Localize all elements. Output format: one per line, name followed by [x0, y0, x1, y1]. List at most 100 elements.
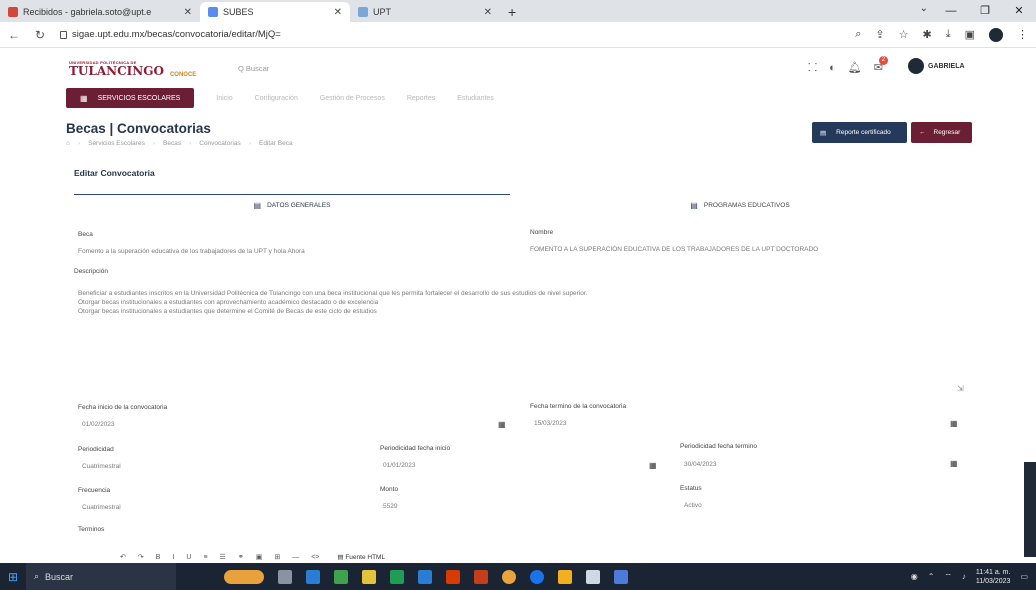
sidepanel-icon[interactable]: ▣: [965, 28, 975, 41]
reload-icon[interactable]: ↻: [34, 28, 46, 42]
undo-icon[interactable]: ↶: [120, 553, 126, 561]
periodicidad-inicio-input[interactable]: 01/01/2023: [383, 462, 416, 469]
menu-item-gestion[interactable]: Gestión de Procesos: [320, 95, 385, 102]
breadcrumb-item[interactable]: Servicios Escolares: [88, 140, 145, 147]
close-window-icon[interactable]: ✕: [1002, 0, 1036, 22]
nombre-input[interactable]: FOMENTO A LA SUPERACIÓN EDUCATIVA DE LOS…: [530, 246, 818, 253]
zoom-icon[interactable]: ⌕: [855, 28, 861, 41]
tab-search-icon[interactable]: ⌄: [920, 3, 928, 14]
star-icon[interactable]: ☆: [899, 28, 909, 41]
app-search-input[interactable]: Q Buscar: [238, 64, 269, 73]
descripcion-textarea[interactable]: Beneficiar a estudiantes inscritos en la…: [78, 289, 587, 316]
taskbar-app-icon[interactable]: [334, 569, 348, 584]
network-icon[interactable]: ⌔: [944, 572, 952, 582]
hr-icon[interactable]: —: [292, 554, 299, 561]
tab-datos-generales[interactable]: ▤ DATOS GENERALES: [74, 194, 510, 216]
descripcion-line: Beneficiar a estudiantes inscritos en la…: [78, 290, 588, 297]
taskbar-app-icon[interactable]: [390, 569, 404, 584]
share-icon[interactable]: ⇪: [875, 28, 884, 41]
tray-chevron-icon[interactable]: ⌃: [928, 572, 935, 581]
tab-gmail[interactable]: Recibidos - gabriela.soto@upt.e ✕: [0, 2, 200, 22]
calendar-icon[interactable]: ▦: [950, 459, 958, 468]
fecha-inicio-input[interactable]: 01/02/2023: [82, 421, 115, 428]
calendar-icon[interactable]: ▦: [649, 461, 657, 470]
user-menu[interactable]: GABRIELA: [908, 58, 965, 74]
calendar-icon[interactable]: ▦: [950, 419, 958, 428]
menu-dots-icon[interactable]: ⋮: [1017, 28, 1028, 41]
tab-upt[interactable]: UPT ✕: [350, 2, 500, 22]
back-button[interactable]: ← Regresar: [911, 122, 972, 143]
taskbar-app-icon[interactable]: [586, 569, 600, 584]
maximize-icon[interactable]: ❐: [968, 0, 1002, 22]
download-icon[interactable]: ⤓: [946, 28, 951, 41]
breadcrumb-item[interactable]: Becas: [163, 140, 181, 147]
taskbar-app-icon[interactable]: [614, 569, 628, 584]
table-icon[interactable]: ⊞: [274, 553, 280, 561]
calendar-icon[interactable]: ▦: [498, 420, 506, 429]
image-icon[interactable]: ▣: [256, 553, 263, 561]
taskbar-app-icon[interactable]: [306, 569, 320, 584]
periodicidad-select[interactable]: Cuatrimestral: [82, 463, 121, 470]
taskbar-app-icon[interactable]: [362, 569, 376, 584]
italic-icon[interactable]: I: [172, 554, 174, 561]
back-arrow-icon[interactable]: ←: [8, 28, 20, 42]
periodicidad-termino-input[interactable]: 30/04/2023: [684, 461, 717, 468]
tab-programas-educativos[interactable]: ▤ PROGRAMAS EDUCATIVOS: [600, 194, 880, 216]
resize-handle-icon[interactable]: ⇲: [957, 384, 964, 393]
address-bar: ← ↻ sigae.upt.edu.mx/becas/convocatoria/…: [0, 22, 1036, 48]
taskbar-clock[interactable]: 11:41 a. m. 11/03/2023: [976, 568, 1011, 586]
breadcrumb-home[interactable]: ⌂: [66, 140, 70, 147]
bold-icon[interactable]: B: [156, 554, 161, 561]
taskbar-app-icon[interactable]: [530, 569, 544, 584]
breadcrumb-item[interactable]: Convocatorias: [199, 140, 241, 147]
code-icon[interactable]: <>: [311, 554, 319, 561]
fecha-termino-input[interactable]: 15/03/2023: [534, 420, 567, 427]
university-logo[interactable]: UNIVERSIDAD POLITÉCNICA DE TULANCINGO CO…: [66, 60, 196, 79]
taskbar-app-icon[interactable]: [418, 569, 432, 584]
source-html-button[interactable]: ▤ Fuente HTML: [337, 553, 385, 561]
menu-item-estudiantes[interactable]: Estudiantes: [457, 95, 494, 102]
bell-icon[interactable]: 🔔︎: [848, 61, 862, 74]
breadcrumb: ⌂ › Servicios Escolares › Becas › Convoc…: [66, 140, 293, 147]
tab-subes[interactable]: SUBES ✕: [200, 2, 350, 22]
menu-item-configuracion[interactable]: Configuración: [255, 95, 298, 102]
menu-servicios-escolares[interactable]: ▦ SERVICIOS ESCOLARES: [66, 88, 195, 108]
redo-icon[interactable]: ↷: [138, 553, 144, 561]
volume-icon[interactable]: ♪: [962, 572, 966, 581]
taskbar-app-icon[interactable]: [278, 569, 292, 584]
new-tab-button[interactable]: +: [500, 2, 524, 22]
grid-icon[interactable]: ⸬: [808, 60, 817, 75]
taskbar-search[interactable]: ⌕ Buscar: [26, 563, 176, 590]
profile-avatar[interactable]: [989, 27, 1003, 42]
report-button[interactable]: ▤ Reporte certificado: [812, 122, 907, 143]
link-icon[interactable]: ⚭: [238, 553, 244, 561]
extensions-icon[interactable]: ✱: [923, 28, 932, 41]
underline-icon[interactable]: U: [186, 554, 191, 561]
url-field[interactable]: sigae.upt.edu.mx/becas/convocatoria/edit…: [60, 29, 281, 40]
list-icon[interactable]: ☰: [220, 553, 226, 561]
editor-toolbar: ↶ ↷ B I U ≡ ☰ ⚭ ▣ ⊞ — <> ▤ Fuente HTML: [120, 551, 720, 563]
frecuencia-select[interactable]: Cuatrimestral: [82, 504, 121, 511]
minimize-icon[interactable]: —: [934, 0, 968, 22]
windows-start-icon[interactable]: ⊞: [0, 563, 26, 590]
menu-item-reportes[interactable]: Reportes: [407, 95, 435, 102]
notifications-icon[interactable]: ▭: [1020, 572, 1028, 581]
estatus-select[interactable]: Activo: [684, 502, 702, 509]
user-name: GABRIELA: [928, 62, 965, 70]
beca-select[interactable]: Fomento a la superación educativa de los…: [78, 248, 305, 255]
close-tab-icon[interactable]: ✕: [334, 7, 342, 18]
descripcion-line: Otorgar becas institucionales a estudian…: [78, 308, 377, 315]
taskbar-app-icon[interactable]: [474, 569, 488, 584]
taskbar-app-icon[interactable]: [446, 569, 460, 584]
align-icon[interactable]: ≡: [203, 554, 207, 561]
menu-item-inicio[interactable]: Inicio: [216, 95, 232, 102]
close-tab-icon[interactable]: ✕: [484, 7, 492, 18]
close-tab-icon[interactable]: ✕: [184, 7, 192, 18]
taskbar-app-icon[interactable]: [224, 569, 264, 584]
monto-input[interactable]: 5529: [383, 503, 397, 510]
taskbar-app-icon[interactable]: [558, 569, 572, 584]
theme-icon[interactable]: ◐: [829, 62, 836, 74]
messages-icon[interactable]: ✉ 2: [874, 56, 888, 74]
taskbar-app-icon[interactable]: [502, 569, 516, 584]
weather-icon[interactable]: ◉: [911, 572, 918, 581]
